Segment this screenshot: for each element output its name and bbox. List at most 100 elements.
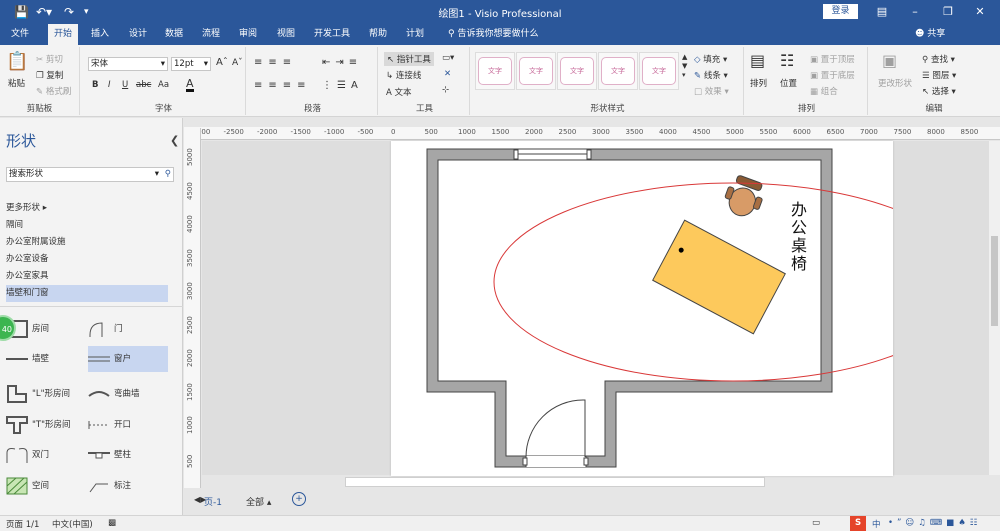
underline-button[interactable]: U — [122, 80, 128, 90]
line-button[interactable]: ✎ 线条 ▾ — [694, 69, 728, 81]
desk-chair-label[interactable]: 办公桌椅 — [791, 201, 809, 273]
shrink-font-icon[interactable]: Aˇ — [232, 58, 243, 68]
style-swatch[interactable]: 文字 — [560, 57, 594, 85]
bullet-icons[interactable]: ⋮☰A — [322, 80, 363, 91]
rectangle-icon[interactable]: ▭▾ — [442, 53, 454, 63]
horizontal-scrollbar[interactable] — [345, 477, 765, 487]
align-icons-row1[interactable]: ≡≡≡ — [254, 57, 297, 68]
chevron-down-icon[interactable]: ▾ — [155, 168, 159, 181]
align-icon[interactable]: ▤ — [750, 51, 765, 70]
connection-point-icon[interactable]: ⊹ — [442, 85, 449, 95]
select-button[interactable]: ↖ 选择 ▾ — [922, 85, 956, 97]
ime-mode[interactable]: 中 — [872, 518, 881, 530]
position-button[interactable]: 位置 — [780, 77, 797, 89]
close-icon[interactable]: ✕ — [970, 3, 990, 21]
align-button[interactable]: 排列 — [750, 77, 767, 89]
shape-room[interactable]: 房间 — [6, 316, 86, 342]
italic-button[interactable]: I — [108, 80, 111, 90]
room-walls[interactable] — [426, 148, 833, 468]
shape-window[interactable]: 窗户 — [88, 346, 168, 372]
door-opening[interactable] — [526, 456, 586, 467]
paste-button[interactable]: 粘贴 — [8, 77, 25, 89]
format-painter-button[interactable]: ✎ 格式刷 — [36, 85, 71, 97]
ime-toolbar-icons[interactable]: •”☺♫⌨■♠☷ — [888, 518, 981, 528]
send-back-button[interactable]: ▣ 置于底层 — [810, 69, 855, 81]
ime-logo-icon[interactable]: S — [850, 516, 866, 531]
shape-door[interactable]: 门 — [88, 316, 168, 342]
tell-me-box[interactable]: ⚲ 告诉我你想要做什么 — [448, 24, 538, 45]
gallery-scroll-icon[interactable]: ▲ ▼ ▾ — [682, 53, 687, 80]
style-swatch[interactable]: 文字 — [478, 57, 512, 85]
font-name-select[interactable]: 宋体 ▾ — [88, 57, 168, 71]
tab-design[interactable]: 设计 — [124, 24, 152, 45]
share-button[interactable]: ☻ 共享 — [915, 24, 945, 45]
more-shapes-menu[interactable]: 更多形状 ▸ — [6, 200, 168, 217]
search-icon[interactable]: ⚲ — [165, 168, 171, 181]
all-pages-menu[interactable]: 全部 ▴ — [246, 495, 271, 508]
close-icon[interactable]: ✕ — [444, 69, 451, 79]
change-case-button[interactable]: Aa — [158, 80, 169, 90]
bring-front-button[interactable]: ▣ 置于顶层 — [810, 53, 855, 65]
login-button[interactable]: 登录 — [823, 4, 858, 19]
find-button[interactable]: ⚲ 查找 ▾ — [922, 53, 955, 65]
language-indicator[interactable]: 中文(中国) — [52, 518, 93, 530]
tab-process[interactable]: 流程 — [197, 24, 225, 45]
font-size-select[interactable]: 12pt ▾ — [171, 57, 211, 71]
layers-button[interactable]: ☰ 图层 ▾ — [922, 69, 956, 81]
tab-plan[interactable]: 计划 — [401, 24, 429, 45]
drawing-page[interactable]: 办公桌椅 — [391, 141, 973, 476]
shape-space[interactable]: 空间 — [6, 473, 86, 499]
stencil-cubicles[interactable]: 隔间 — [6, 217, 168, 234]
stencil-walls-doors-windows[interactable]: 墙壁和门窗 — [6, 285, 168, 302]
desk-shape[interactable] — [652, 219, 786, 335]
restore-icon[interactable]: ❐ — [938, 3, 958, 21]
stencil-office-furniture[interactable]: 办公室家具 — [6, 268, 168, 285]
ribbon-display-icon[interactable]: ▤ — [872, 3, 892, 21]
search-shapes-input[interactable]: 搜索形状 ▾ ⚲ — [6, 167, 174, 182]
bold-button[interactable]: B — [92, 80, 98, 90]
fill-button[interactable]: ◇ 填充 ▾ — [694, 53, 727, 65]
minimize-icon[interactable]: – — [905, 3, 925, 21]
grow-font-icon[interactable]: Aˆ — [216, 57, 228, 68]
tab-view[interactable]: 视图 — [272, 24, 300, 45]
effects-button[interactable]: □ 效果 ▾ — [694, 85, 729, 97]
text-tool-button[interactable]: A 文本 — [386, 86, 412, 98]
shape-double-door[interactable]: 双门 — [6, 442, 86, 468]
change-shape-icon[interactable]: ▣ — [882, 51, 897, 70]
shape-wall[interactable]: 墙壁 — [6, 346, 86, 372]
position-icon[interactable]: ☷ — [780, 51, 794, 70]
shape-opening[interactable]: 开口 — [88, 412, 168, 438]
strikethrough-button[interactable]: abc — [136, 80, 151, 90]
stencil-office-equipment[interactable]: 办公室设备 — [6, 251, 168, 268]
door-swing[interactable] — [525, 399, 586, 458]
add-page-icon[interactable]: + — [292, 492, 306, 506]
shape-callout[interactable]: 标注 — [88, 473, 168, 499]
tab-insert[interactable]: 插入 — [86, 24, 114, 45]
copy-button[interactable]: ❐ 复制 — [36, 69, 63, 81]
shape-pilaster[interactable]: 壁柱 — [88, 442, 168, 468]
stencil-office-accessories[interactable]: 办公室附属设施 — [6, 234, 168, 251]
connector-button[interactable]: ↳ 连接线 — [386, 69, 421, 81]
change-shape-button[interactable]: 更改形状 — [878, 77, 912, 89]
macro-record-icon[interactable]: ▩ — [108, 518, 116, 528]
style-swatch[interactable]: 文字 — [519, 57, 553, 85]
fit-page-icon[interactable]: ▭ — [812, 518, 820, 528]
vertical-scroll-thumb[interactable] — [991, 236, 998, 326]
shape-t-room[interactable]: "T"形房间 — [6, 412, 86, 438]
cut-button[interactable]: ✂ 剪切 — [36, 53, 63, 65]
tab-review[interactable]: 审阅 — [234, 24, 262, 45]
drawing-canvas[interactable]: 办公桌椅 — [202, 141, 989, 476]
vertical-scrollbar[interactable] — [989, 141, 1000, 475]
page-tab-1[interactable]: 页-1 — [204, 495, 222, 508]
collapse-pane-icon[interactable]: ❮ — [170, 134, 179, 147]
tab-file[interactable]: 文件 — [6, 24, 34, 45]
floor-plan[interactable] — [391, 141, 973, 476]
font-color-button[interactable]: A — [186, 78, 194, 92]
indent-icons[interactable]: ⇤⇥≡ — [322, 57, 362, 68]
tab-help[interactable]: 帮助 — [364, 24, 392, 45]
align-icons-row2[interactable]: ≡≡≡≡ — [254, 80, 312, 91]
page-indicator[interactable]: 页面 1/1 — [6, 518, 39, 530]
tab-home[interactable]: 开始 — [48, 24, 78, 45]
paste-icon[interactable]: 📋 — [6, 51, 28, 72]
tab-data[interactable]: 数据 — [160, 24, 188, 45]
